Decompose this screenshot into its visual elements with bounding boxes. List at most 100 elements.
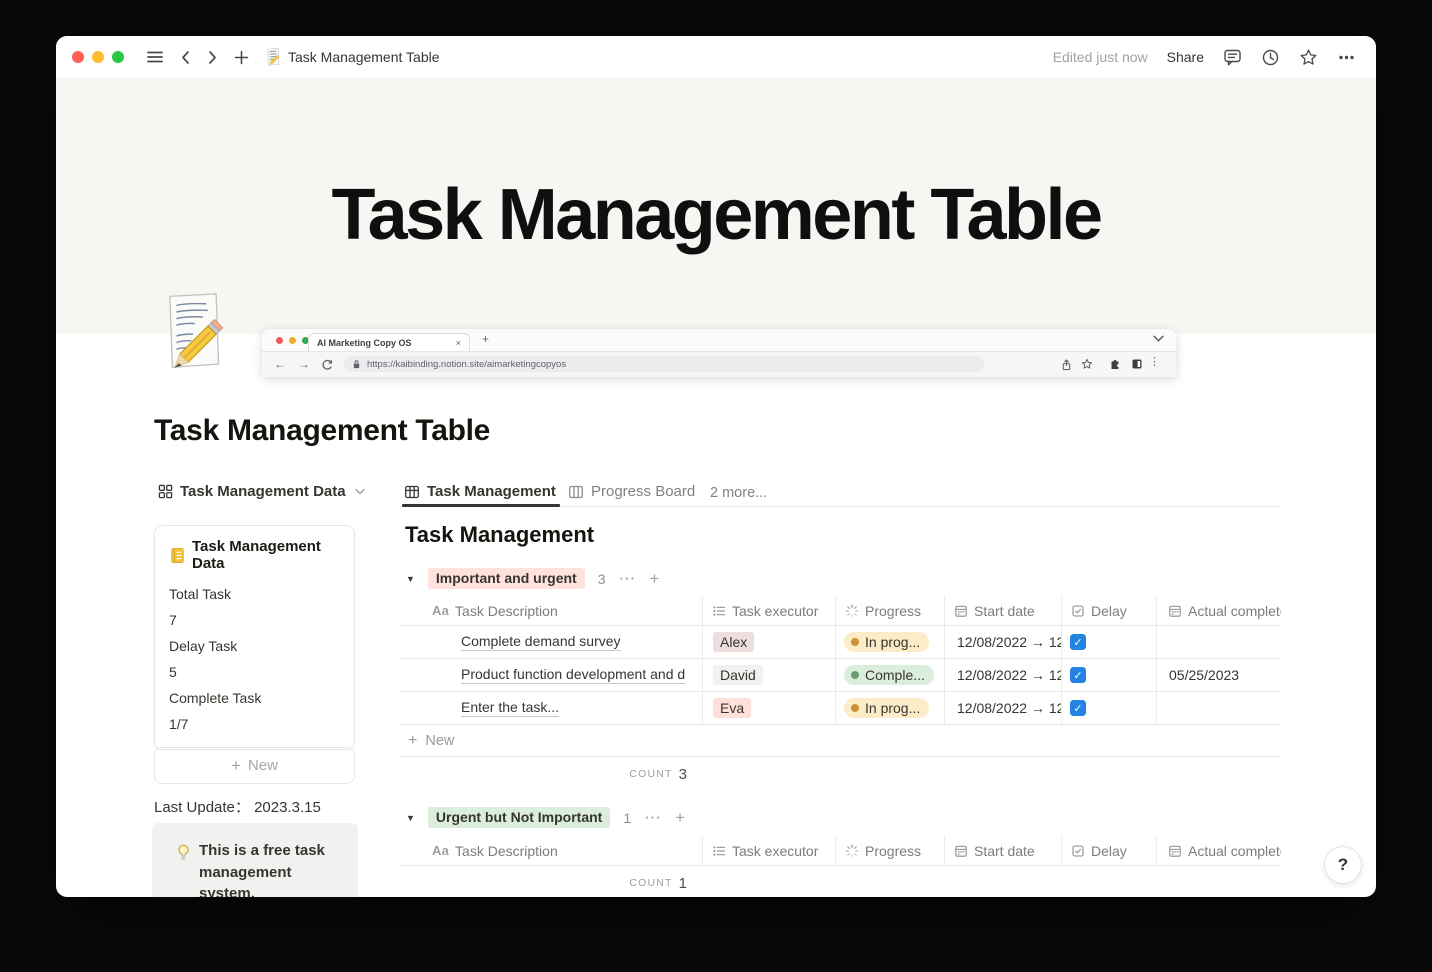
delay-checkbox-checked[interactable]: ✓ bbox=[1070, 634, 1086, 650]
table-group-2: Aa Task Description Task executor Progre… bbox=[400, 836, 1281, 897]
mockup-traffic-yellow bbox=[289, 337, 296, 344]
start-date-value[interactable]: 12/08/2022 → 12 bbox=[957, 667, 1061, 683]
text-property-icon: Aa bbox=[432, 603, 450, 618]
more-options-icon[interactable] bbox=[1337, 48, 1356, 67]
calendar-icon bbox=[1168, 844, 1182, 858]
column-header-delay[interactable]: Delay bbox=[1062, 836, 1157, 865]
group-add-icon[interactable]: + bbox=[650, 569, 660, 589]
traffic-close-button[interactable] bbox=[72, 51, 84, 63]
executor-tag[interactable]: David bbox=[713, 665, 763, 685]
column-header-task-description[interactable]: Aa Task Description bbox=[400, 596, 703, 625]
sidebar-toggle-icon[interactable] bbox=[146, 48, 164, 66]
column-header-task-description[interactable]: Aa Task Description bbox=[400, 836, 703, 865]
mockup-toolbar: ← → https://kaibinding.notion.site/aimar… bbox=[262, 352, 1176, 377]
status-spinner-icon bbox=[845, 604, 859, 618]
start-date-value[interactable]: 12/08/2022 → 12 bbox=[957, 700, 1061, 716]
help-button[interactable]: ? bbox=[1324, 846, 1362, 884]
count-value: 3 bbox=[678, 765, 687, 783]
page-title: Task Management Table bbox=[154, 414, 491, 447]
card-line-total-task-label: Total Task bbox=[169, 586, 231, 602]
traffic-minimize-button[interactable] bbox=[92, 51, 104, 63]
column-header-actual-complete[interactable]: Actual complete bbox=[1157, 596, 1281, 625]
column-header-progress[interactable]: Progress bbox=[836, 836, 945, 865]
progress-status-tag[interactable]: Comple... bbox=[844, 665, 934, 685]
list-property-icon bbox=[712, 844, 726, 858]
actual-complete-value[interactable]: 05/25/2023 bbox=[1169, 667, 1239, 683]
progress-status-tag[interactable]: In prog... bbox=[844, 632, 930, 652]
traffic-zoom-button[interactable] bbox=[112, 51, 124, 63]
task-title-link[interactable]: Complete demand survey bbox=[461, 633, 621, 651]
table-header-row: Aa Task Description Task executor Progre… bbox=[400, 836, 1281, 866]
column-header-delay[interactable]: Delay bbox=[1062, 596, 1157, 625]
column-header-progress[interactable]: Progress bbox=[836, 596, 945, 625]
column-header-label: Task executor bbox=[732, 842, 819, 859]
page-memo-icon-small bbox=[265, 48, 281, 66]
mockup-browser-tab: AI Marketing Copy OS × bbox=[308, 333, 470, 351]
view-tab-progress-board[interactable]: Progress Board bbox=[568, 483, 695, 500]
group-add-icon[interactable]: + bbox=[675, 808, 685, 828]
page-memo-icon-large[interactable] bbox=[160, 291, 226, 371]
group-count-badge: 3 bbox=[597, 570, 606, 587]
count-value: 1 bbox=[678, 874, 687, 892]
table-row[interactable]: Product function development and d David… bbox=[400, 659, 1281, 692]
group-tag[interactable]: Important and urgent bbox=[427, 568, 585, 589]
gallery-card-task-data[interactable]: Task Management Data Total Task 7 Delay … bbox=[154, 525, 355, 750]
view-tab-label: Progress Board bbox=[591, 483, 696, 500]
mockup-tab-title: AI Marketing Copy OS bbox=[317, 337, 412, 348]
column-header-label: Progress bbox=[865, 842, 922, 859]
progress-status-tag[interactable]: In prog... bbox=[844, 698, 930, 718]
list-property-icon bbox=[712, 604, 726, 618]
actual-complete-cell-empty[interactable] bbox=[1157, 692, 1281, 724]
column-header-label: Task Description bbox=[455, 602, 558, 619]
table-new-row-button[interactable]: + New bbox=[400, 725, 1281, 757]
column-header-label: Task executor bbox=[732, 602, 819, 619]
executor-tag[interactable]: Eva bbox=[713, 698, 752, 718]
table-group-1: Aa Task Description Task executor Progre… bbox=[400, 596, 1281, 791]
comments-icon[interactable] bbox=[1223, 48, 1242, 67]
table-row[interactable]: Complete demand survey Alex In prog... 1… bbox=[400, 626, 1281, 659]
task-title-link[interactable]: Product function development and d bbox=[461, 666, 686, 684]
card-line-delay-task-value: 5 bbox=[169, 664, 177, 680]
column-header-start-date[interactable]: Start date bbox=[945, 596, 1062, 625]
active-tab-underline bbox=[402, 504, 560, 507]
info-callout: This is a free task management system. bbox=[152, 823, 358, 897]
favorite-star-icon[interactable] bbox=[1299, 48, 1318, 67]
gallery-new-button[interactable]: + New bbox=[154, 747, 355, 784]
column-header-task-executor[interactable]: Task executor bbox=[703, 596, 836, 625]
nav-back-icon[interactable] bbox=[178, 49, 194, 66]
column-header-label: Start date bbox=[974, 602, 1035, 619]
linked-collection-title: Task Management Data bbox=[180, 483, 346, 500]
calendar-icon bbox=[1168, 604, 1182, 618]
start-date-value[interactable]: 12/08/2022 → 12 bbox=[957, 634, 1061, 650]
mockup-chevron-down-icon bbox=[1153, 331, 1164, 349]
column-header-actual-complete[interactable]: Actual complete bbox=[1157, 836, 1281, 865]
task-title-link[interactable]: Enter the task... bbox=[461, 699, 560, 717]
view-tab-task-management[interactable]: Task Management bbox=[404, 483, 556, 500]
calendar-icon bbox=[954, 844, 968, 858]
group-tag[interactable]: Urgent but Not Important bbox=[427, 807, 611, 828]
group-collapse-triangle-icon[interactable]: ▼ bbox=[406, 813, 415, 823]
new-tab-icon[interactable] bbox=[233, 49, 250, 66]
linked-collection-header[interactable]: Task Management Data bbox=[158, 483, 365, 500]
column-header-start-date[interactable]: Start date bbox=[945, 836, 1062, 865]
cover-browser-mockup: AI Marketing Copy OS × + ← → https://kai… bbox=[262, 329, 1176, 377]
board-view-icon bbox=[568, 484, 584, 500]
table-row[interactable]: Enter the task... Eva In prog... 12/08/2… bbox=[400, 692, 1281, 725]
nav-forward-icon[interactable] bbox=[204, 49, 220, 66]
mockup-url: https://kaibinding.notion.site/aimarketi… bbox=[367, 358, 567, 370]
cover-big-title: Task Management Table bbox=[331, 175, 1103, 255]
executor-tag[interactable]: Alex bbox=[713, 632, 755, 652]
history-clock-icon[interactable] bbox=[1261, 48, 1280, 67]
share-button[interactable]: Share bbox=[1167, 49, 1204, 65]
group-options-icon[interactable]: ⋯ bbox=[619, 569, 637, 589]
delay-checkbox-checked[interactable]: ✓ bbox=[1070, 700, 1086, 716]
group-collapse-triangle-icon[interactable]: ▼ bbox=[406, 574, 415, 584]
column-header-task-executor[interactable]: Task executor bbox=[703, 836, 836, 865]
delay-checkbox-checked[interactable]: ✓ bbox=[1070, 667, 1086, 683]
group-options-icon[interactable]: ⋯ bbox=[644, 808, 662, 828]
page-cover: Task Management Table AI Marketing Copy … bbox=[56, 78, 1376, 377]
titlebar-page-title: Task Management Table bbox=[288, 49, 440, 65]
actual-complete-cell-empty[interactable] bbox=[1157, 626, 1281, 658]
status-dot bbox=[851, 638, 859, 646]
view-tabs-more[interactable]: 2 more... bbox=[710, 485, 767, 501]
